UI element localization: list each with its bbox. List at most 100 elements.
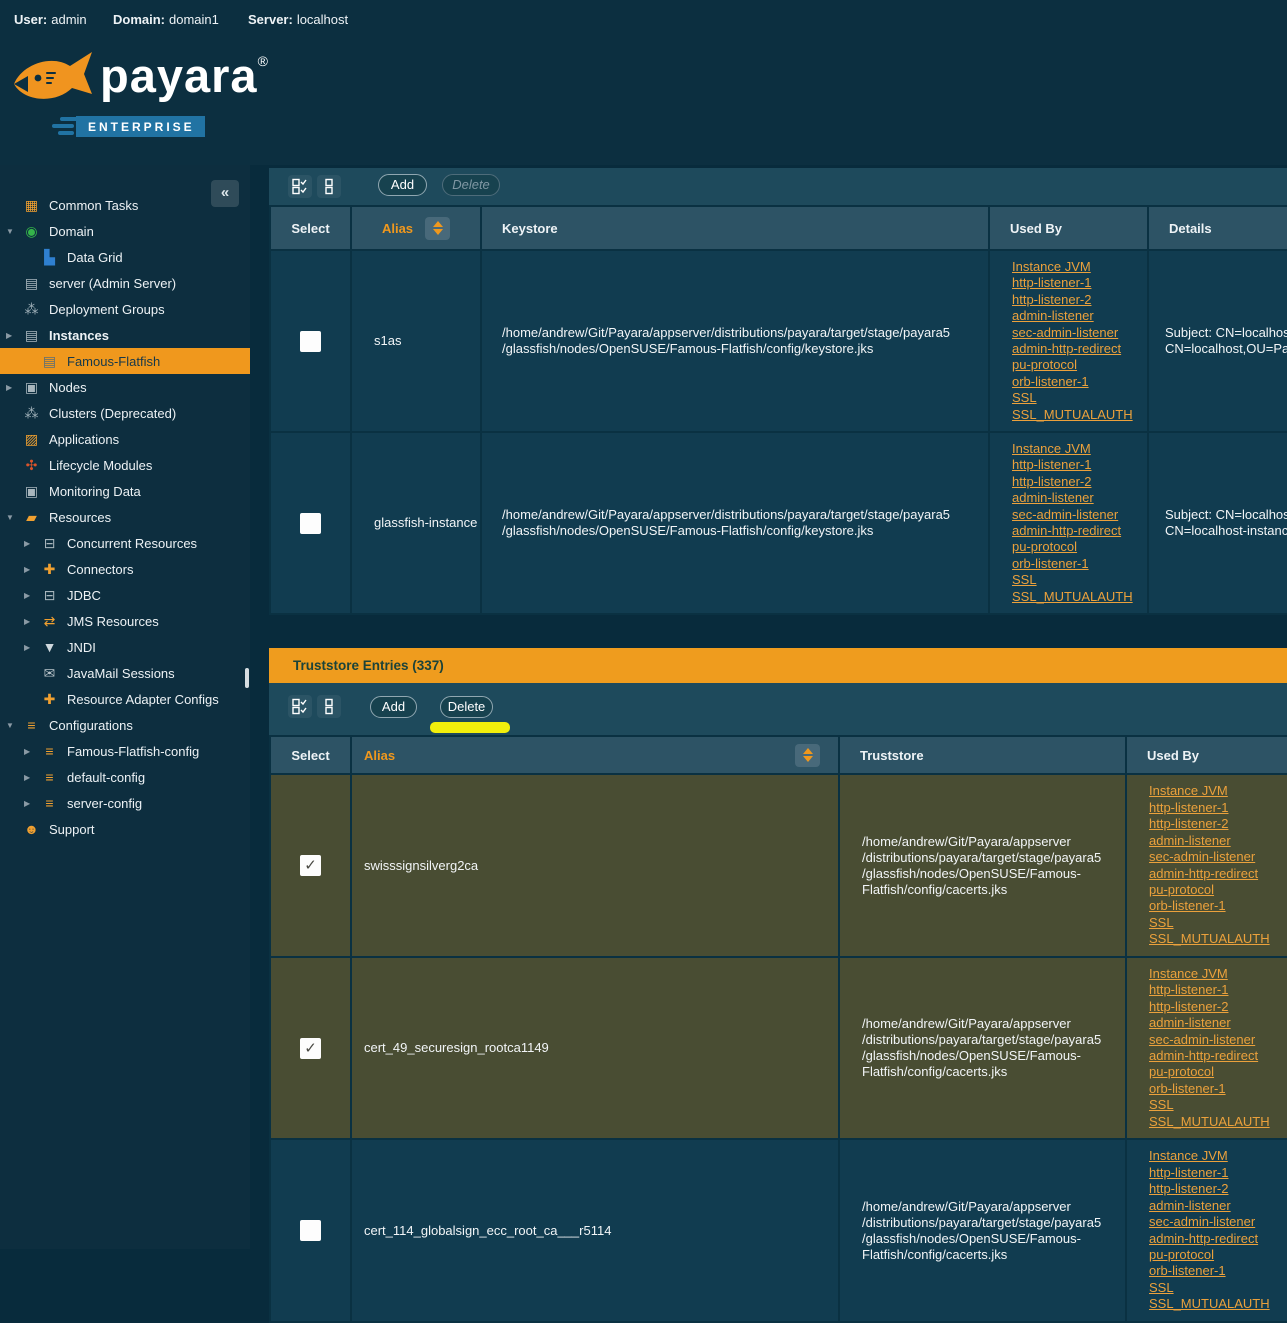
used-by-link-admin-http-redirect[interactable]: admin-http-redirect [1012, 523, 1147, 539]
used-by-link-instance-jvm[interactable]: Instance JVM [1149, 966, 1287, 982]
used-by-link-ssl-mutualauth[interactable]: SSL_MUTUALAUTH [1149, 1296, 1287, 1312]
used-by-link-instance-jvm[interactable]: Instance JVM [1149, 1148, 1287, 1164]
select-all-button[interactable] [288, 175, 312, 198]
sidebar-item-resources[interactable]: ▼▰Resources [0, 504, 250, 530]
sidebar-item-connectors[interactable]: ▶✚Connectors [0, 556, 250, 582]
used-by-link-ssl-mutualauth[interactable]: SSL_MUTUALAUTH [1012, 407, 1147, 423]
expander-right-icon[interactable]: ▶ [24, 773, 40, 782]
used-by-link-http-listener-2[interactable]: http-listener-2 [1012, 292, 1147, 308]
used-by-link-ssl-mutualauth[interactable]: SSL_MUTUALAUTH [1149, 1114, 1287, 1130]
used-by-link-orb-listener-1[interactable]: orb-listener-1 [1149, 1081, 1287, 1097]
used-by-link-http-listener-2[interactable]: http-listener-2 [1149, 1181, 1287, 1197]
sidebar-item-applications[interactable]: ▨Applications [0, 426, 250, 452]
used-by-link-admin-listener[interactable]: admin-listener [1149, 1015, 1287, 1031]
sidebar-item-data-grid[interactable]: ▙Data Grid [0, 244, 250, 270]
expander-right-icon[interactable]: ▶ [24, 591, 40, 600]
sidebar-item-javamail-sessions[interactable]: ✉JavaMail Sessions [0, 660, 250, 686]
checkbox-checked[interactable]: ✓ [300, 855, 321, 876]
used-by-link-admin-http-redirect[interactable]: admin-http-redirect [1149, 866, 1287, 882]
used-by-link-ssl-mutualauth[interactable]: SSL_MUTUALAUTH [1149, 931, 1287, 947]
used-by-link-http-listener-1[interactable]: http-listener-1 [1012, 275, 1147, 291]
deselect-all-button[interactable] [317, 695, 341, 718]
sidebar-item-server-admin-server[interactable]: ▤server (Admin Server) [0, 270, 250, 296]
used-by-link-admin-http-redirect[interactable]: admin-http-redirect [1149, 1048, 1287, 1064]
expander-right-icon[interactable]: ▶ [24, 539, 40, 548]
used-by-link-ssl[interactable]: SSL [1012, 390, 1147, 406]
used-by-link-admin-http-redirect[interactable]: admin-http-redirect [1149, 1231, 1287, 1247]
select-all-button[interactable] [288, 695, 312, 718]
used-by-link-admin-listener[interactable]: admin-listener [1012, 308, 1147, 324]
sidebar-item-configurations[interactable]: ▼≡Configurations [0, 712, 250, 738]
used-by-link-http-listener-1[interactable]: http-listener-1 [1149, 1165, 1287, 1181]
used-by-link-sec-admin-listener[interactable]: sec-admin-listener [1149, 849, 1287, 865]
sidebar-item-jms-resources[interactable]: ▶⇄JMS Resources [0, 608, 250, 634]
used-by-link-sec-admin-listener[interactable]: sec-admin-listener [1012, 325, 1147, 341]
sidebar-item-jndi[interactable]: ▶▼JNDI [0, 634, 250, 660]
used-by-link-ssl[interactable]: SSL [1149, 1097, 1287, 1113]
expander-down-icon[interactable]: ▼ [6, 721, 22, 730]
sidebar-item-famous-flatfish[interactable]: ▤Famous-Flatfish [0, 348, 250, 374]
used-by-link-http-listener-1[interactable]: http-listener-1 [1149, 982, 1287, 998]
sidebar-item-instances[interactable]: ▶▤Instances [0, 322, 250, 348]
used-by-link-http-listener-2[interactable]: http-listener-2 [1012, 474, 1147, 490]
used-by-link-http-listener-1[interactable]: http-listener-1 [1012, 457, 1147, 473]
used-by-link-ssl[interactable]: SSL [1012, 572, 1147, 588]
used-by-link-pu-protocol[interactable]: pu-protocol [1012, 539, 1147, 555]
used-by-link-orb-listener-1[interactable]: orb-listener-1 [1149, 1263, 1287, 1279]
used-by-link-instance-jvm[interactable]: Instance JVM [1149, 783, 1287, 799]
keystore-add-button[interactable]: Add [378, 174, 427, 196]
used-by-link-admin-listener[interactable]: admin-listener [1149, 833, 1287, 849]
expander-right-icon[interactable]: ▶ [24, 747, 40, 756]
expander-down-icon[interactable]: ▼ [6, 513, 22, 522]
used-by-link-admin-listener[interactable]: admin-listener [1149, 1198, 1287, 1214]
truststore-delete-button[interactable]: Delete [440, 696, 493, 718]
sidebar-item-concurrent-resources[interactable]: ▶⊟Concurrent Resources [0, 530, 250, 556]
used-by-link-instance-jvm[interactable]: Instance JVM [1012, 441, 1147, 457]
checkbox-unchecked[interactable] [300, 331, 321, 352]
used-by-link-sec-admin-listener[interactable]: sec-admin-listener [1012, 507, 1147, 523]
sidebar-item-server-config[interactable]: ▶≡server-config [0, 790, 250, 816]
sidebar-item-lifecycle-modules[interactable]: ✣Lifecycle Modules [0, 452, 250, 478]
sidebar-item-resource-adapter-configs[interactable]: ✚Resource Adapter Configs [0, 686, 250, 712]
used-by-link-admin-listener[interactable]: admin-listener [1012, 490, 1147, 506]
expander-down-icon[interactable]: ▼ [6, 227, 22, 236]
sidebar-item-clusters-deprecated[interactable]: ⁂Clusters (Deprecated) [0, 400, 250, 426]
sidebar-scrollbar-thumb[interactable] [245, 668, 249, 688]
sidebar-item-famous-flatfish-config[interactable]: ▶≡Famous-Flatfish-config [0, 738, 250, 764]
sidebar-item-deployment-groups[interactable]: ⁂Deployment Groups [0, 296, 250, 322]
checkbox-checked[interactable]: ✓ [300, 1038, 321, 1059]
used-by-link-ssl[interactable]: SSL [1149, 915, 1287, 931]
expander-right-icon[interactable]: ▶ [6, 331, 22, 340]
truststore-add-button[interactable]: Add [370, 696, 417, 718]
sidebar-item-common-tasks[interactable]: ▦Common Tasks [0, 192, 250, 218]
used-by-link-sec-admin-listener[interactable]: sec-admin-listener [1149, 1214, 1287, 1230]
deselect-all-button[interactable] [317, 175, 341, 198]
expander-right-icon[interactable]: ▶ [24, 799, 40, 808]
used-by-link-sec-admin-listener[interactable]: sec-admin-listener [1149, 1032, 1287, 1048]
used-by-link-pu-protocol[interactable]: pu-protocol [1012, 357, 1147, 373]
used-by-link-orb-listener-1[interactable]: orb-listener-1 [1149, 898, 1287, 914]
expander-right-icon[interactable]: ▶ [6, 383, 22, 392]
used-by-link-pu-protocol[interactable]: pu-protocol [1149, 882, 1287, 898]
used-by-link-orb-listener-1[interactable]: orb-listener-1 [1012, 556, 1147, 572]
used-by-link-pu-protocol[interactable]: pu-protocol [1149, 1064, 1287, 1080]
used-by-link-instance-jvm[interactable]: Instance JVM [1012, 259, 1147, 275]
sort-button[interactable] [795, 744, 820, 767]
used-by-link-orb-listener-1[interactable]: orb-listener-1 [1012, 374, 1147, 390]
sidebar-item-default-config[interactable]: ▶≡default-config [0, 764, 250, 790]
checkbox-unchecked[interactable] [300, 513, 321, 534]
used-by-link-http-listener-2[interactable]: http-listener-2 [1149, 816, 1287, 832]
sidebar-item-nodes[interactable]: ▶▣Nodes [0, 374, 250, 400]
used-by-link-http-listener-2[interactable]: http-listener-2 [1149, 999, 1287, 1015]
used-by-link-admin-http-redirect[interactable]: admin-http-redirect [1012, 341, 1147, 357]
used-by-link-ssl-mutualauth[interactable]: SSL_MUTUALAUTH [1012, 589, 1147, 605]
expander-right-icon[interactable]: ▶ [24, 617, 40, 626]
sidebar-item-jdbc[interactable]: ▶⊟JDBC [0, 582, 250, 608]
sidebar-item-domain[interactable]: ▼◉Domain [0, 218, 250, 244]
expander-right-icon[interactable]: ▶ [24, 565, 40, 574]
used-by-link-pu-protocol[interactable]: pu-protocol [1149, 1247, 1287, 1263]
sort-button[interactable] [425, 217, 450, 240]
checkbox-unchecked[interactable] [300, 1220, 321, 1241]
sidebar-item-support[interactable]: ☻Support [0, 816, 250, 842]
used-by-link-ssl[interactable]: SSL [1149, 1280, 1287, 1296]
